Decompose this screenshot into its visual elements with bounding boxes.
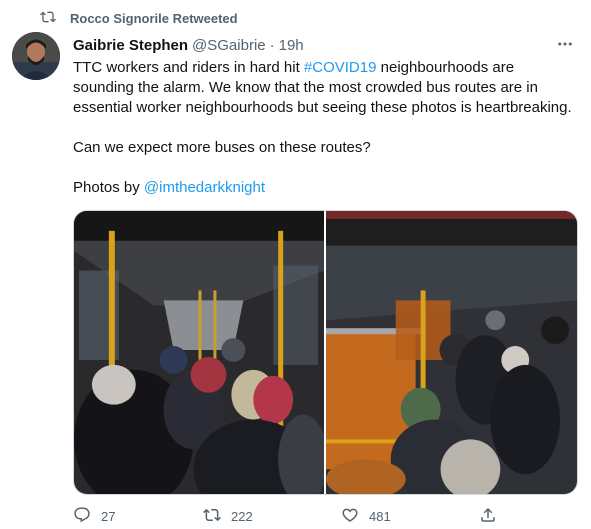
header-separator: ·	[269, 36, 275, 54]
tweet-text-segment: TTC workers and riders in hard hit	[73, 59, 304, 76]
tweet-text-segment: Photos by	[73, 179, 144, 196]
retweet-context-label: Rocco Signorile Retweeted	[70, 10, 238, 26]
tweet-paragraph-1: TTC workers and riders in hard hit #COVI…	[73, 58, 578, 118]
tweet-timestamp[interactable]: 19h	[279, 37, 304, 54]
retweet-icon	[203, 506, 221, 527]
hashtag-link[interactable]: #COVID19	[304, 59, 377, 76]
crowded-bus-photo-2[interactable]	[326, 211, 577, 494]
like-button[interactable]: 481	[341, 506, 391, 527]
like-icon	[341, 506, 359, 527]
author-name[interactable]: Gaibrie Stephen	[73, 37, 188, 54]
mention-link[interactable]: @imthedarkknight	[144, 179, 265, 196]
tweet-media	[73, 210, 578, 495]
reply-button[interactable]: 27	[73, 506, 115, 527]
share-icon	[479, 506, 497, 527]
tweet-paragraph-2: Can we expect more buses on these routes…	[73, 139, 371, 156]
tweet-actions: 27 222 481	[73, 506, 513, 526]
share-button[interactable]	[479, 506, 497, 527]
retweet-context[interactable]: Rocco Signorile Retweeted	[40, 8, 238, 28]
author-handle[interactable]: @SGaibrie	[192, 37, 266, 54]
avatar[interactable]	[12, 32, 60, 80]
retweet-icon	[40, 9, 56, 28]
more-options-icon[interactable]	[553, 34, 577, 54]
retweet-count: 222	[231, 508, 253, 524]
reply-icon	[73, 506, 91, 527]
tweet-text: TTC workers and riders in hard hit #COVI…	[73, 58, 578, 198]
tweet-paragraph-3: Photos by @imthedarkknight	[73, 178, 578, 198]
reply-count: 27	[101, 508, 116, 524]
retweet-button[interactable]: 222	[203, 506, 253, 527]
crowded-bus-photo-1[interactable]	[74, 211, 324, 494]
like-count: 481	[369, 508, 391, 524]
tweet-header: Gaibrie Stephen @SGaibrie · 19h	[73, 35, 579, 55]
